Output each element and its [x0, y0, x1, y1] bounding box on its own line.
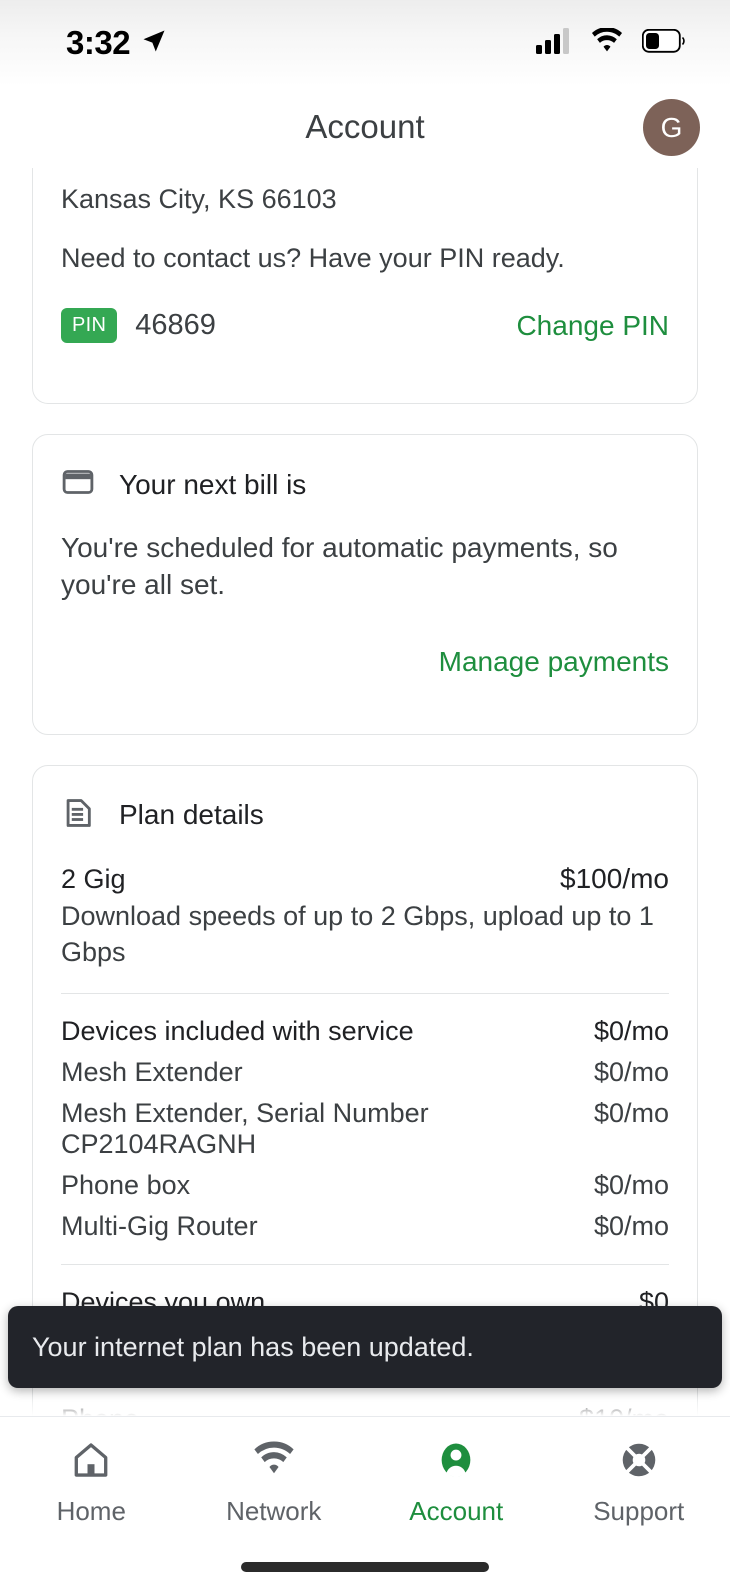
- status-bar-clock: 3:32: [66, 24, 131, 61]
- item-price: $0/mo: [593, 1097, 669, 1128]
- home-indicator[interactable]: [241, 1562, 489, 1572]
- wifi-icon: [253, 1439, 295, 1486]
- next-bill-action-row: Manage payments: [61, 604, 669, 734]
- pin-badge: PIN: [61, 308, 118, 343]
- manage-payments-link[interactable]: Manage payments: [439, 646, 669, 677]
- next-bill-body: You're scheduled for automatic payments,…: [61, 532, 618, 600]
- plan-price: $100/mo: [560, 862, 669, 894]
- item-price: $0/mo: [593, 1210, 669, 1241]
- nav-item-support[interactable]: Support: [548, 1439, 730, 1527]
- location-arrow-icon: [140, 27, 168, 60]
- toast-message: Your internet plan has been updated.: [32, 1331, 474, 1362]
- toast-snackbar[interactable]: Your internet plan has been updated.: [8, 1306, 722, 1388]
- table-row: Mesh Extender, Serial Number CP2104RAGNH…: [61, 1088, 669, 1160]
- item-label: Mesh Extender: [61, 1056, 243, 1087]
- nav-item-home[interactable]: Home: [0, 1439, 182, 1527]
- person-icon: [435, 1439, 477, 1486]
- section-heading: Devices included with service: [61, 1015, 414, 1046]
- document-icon: [61, 796, 95, 835]
- table-row: Multi-Gig Router $0/mo: [61, 1201, 669, 1242]
- item-label: Mesh Extender, Serial Number CP2104RAGNH: [61, 1097, 429, 1159]
- phone-screen: 3:32 Account G Kansas City, KS 66103 Nee…: [0, 0, 730, 1594]
- next-bill-header: Your next bill is: [61, 435, 669, 504]
- section-heading-price: $0/mo: [593, 1015, 669, 1046]
- item-price: $0/mo: [593, 1056, 669, 1087]
- cellular-signal-icon: [536, 27, 572, 59]
- pin-left-group: PIN 46869: [61, 308, 216, 343]
- nav-label-account: Account: [409, 1496, 504, 1526]
- account-info-card: Kansas City, KS 66103 Need to contact us…: [32, 168, 698, 404]
- home-icon: [70, 1439, 112, 1486]
- wifi-icon: [589, 26, 625, 59]
- item-label: Phone box: [61, 1169, 191, 1200]
- plan-name-row: 2 Gig $100/mo: [61, 835, 669, 895]
- status-bar-left: 3:32: [66, 24, 168, 62]
- scroll-content[interactable]: Kansas City, KS 66103 Need to contact us…: [0, 168, 730, 1416]
- avatar[interactable]: G: [643, 99, 700, 156]
- section-heading: Phone: [61, 1404, 139, 1416]
- section-header: Devices included with service $0/mo: [61, 994, 669, 1047]
- next-bill-title: Your next bill is: [119, 468, 307, 500]
- change-pin-link[interactable]: Change PIN: [516, 310, 669, 342]
- plan-details-title: Plan details: [119, 799, 264, 831]
- item-label: Multi-Gig Router: [61, 1210, 258, 1241]
- section-heading-price: $10/mo: [579, 1404, 669, 1416]
- plan-description: Download speeds of up to 2 Gbps, upload …: [61, 900, 654, 967]
- table-row: Mesh Extender $0/mo: [61, 1047, 669, 1088]
- next-bill-card: Your next bill is You're scheduled for a…: [32, 434, 698, 735]
- credit-card-icon: [61, 465, 95, 504]
- table-row: Phone box $0/mo: [61, 1160, 669, 1201]
- pin-row: PIN 46869 Change PIN: [61, 274, 669, 403]
- nav-item-network[interactable]: Network: [183, 1439, 365, 1527]
- lifesaver-icon: [618, 1439, 660, 1486]
- battery-icon: [641, 28, 686, 58]
- status-bar: 3:32: [0, 0, 730, 86]
- item-price: $0/mo: [593, 1169, 669, 1200]
- nav-label-support: Support: [593, 1496, 685, 1526]
- service-address: Kansas City, KS 66103: [61, 184, 337, 214]
- plan-name: 2 Gig: [61, 863, 126, 894]
- avatar-initial: G: [660, 111, 683, 143]
- nav-label-home: Home: [56, 1496, 126, 1526]
- pin-help-text: Need to contact us? Have your PIN ready.: [61, 243, 565, 273]
- status-bar-right: [536, 26, 686, 59]
- pin-value: 46869: [135, 309, 216, 341]
- plan-details-header: Plan details: [61, 766, 669, 835]
- nav-item-account[interactable]: Account: [365, 1439, 547, 1527]
- page-title: Account: [305, 108, 425, 145]
- app-header: Account G: [0, 86, 730, 168]
- nav-label-network: Network: [226, 1496, 322, 1526]
